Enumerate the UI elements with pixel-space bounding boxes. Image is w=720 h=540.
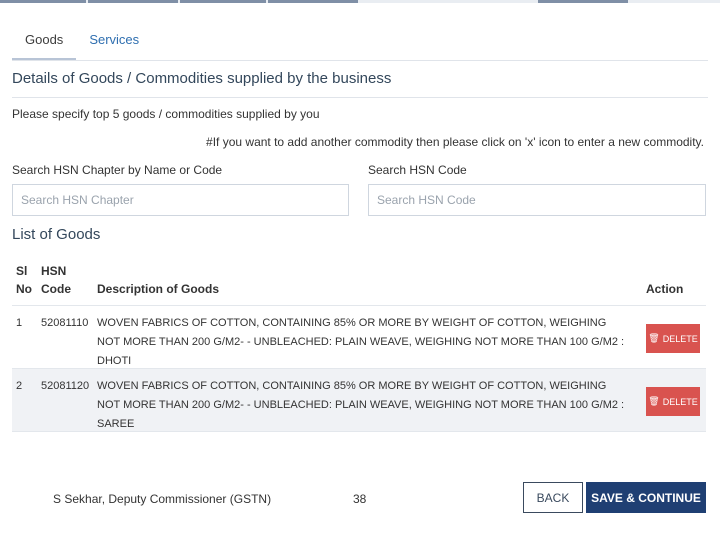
row-description: WOVEN FABRICS OF COTTON, CONTAINING 85% … — [97, 380, 625, 430]
section-title: Details of Goods / Commodities supplied … — [12, 70, 392, 87]
table-row: 1 52081110 WOVEN FABRICS OF COTTON, CONT… — [12, 306, 706, 369]
header-action: Action — [646, 282, 684, 296]
trash-icon: 🗑 — [648, 396, 660, 406]
top-progress-bar — [0, 0, 720, 3]
tab-goods[interactable]: Goods — [12, 28, 77, 60]
section-divider — [12, 97, 708, 98]
hsn-chapter-label: Search HSN Chapter by Name or Code — [12, 163, 223, 177]
hsn-chapter-search-input[interactable] — [12, 184, 349, 216]
header-sl-no: Sl No — [16, 264, 32, 296]
hsn-code-search-input[interactable] — [368, 184, 706, 216]
back-button[interactable]: BACK — [523, 482, 583, 513]
hsn-code-label: Search HSN Code — [368, 163, 467, 177]
tab-bar: Goods Services — [12, 28, 152, 60]
list-of-goods-title: List of Goods — [12, 226, 101, 243]
tab-services[interactable]: Services — [76, 28, 152, 60]
instruction-text: Please specify top 5 goods / commodities… — [12, 107, 320, 121]
header-hsn-code: HSN Code — [41, 264, 71, 296]
presenter-credit: S Sekhar, Deputy Commissioner (GSTN) — [53, 492, 272, 506]
table-row: 2 52081120 WOVEN FABRICS OF COTTON, CONT… — [12, 369, 706, 432]
trash-icon: 🗑 — [648, 333, 660, 343]
header-description: Description of Goods — [97, 282, 220, 296]
delete-label: DELETE — [662, 396, 698, 407]
delete-button[interactable]: 🗑 DELETE — [646, 387, 700, 416]
page-number: 38 — [353, 492, 367, 506]
add-commodity-note: #If you want to add another commodity th… — [206, 135, 704, 149]
goods-table: Sl No HSN Code Description of Goods Acti… — [12, 254, 706, 432]
row-sl-no: 1 — [16, 317, 23, 329]
tabs-divider — [12, 60, 708, 61]
row-description: WOVEN FABRICS OF COTTON, CONTAINING 85% … — [97, 317, 625, 367]
delete-label: DELETE — [662, 333, 698, 344]
row-hsn-code: 52081110 — [41, 317, 89, 329]
row-hsn-code: 52081120 — [41, 380, 90, 392]
save-continue-button[interactable]: SAVE & CONTINUE — [586, 482, 706, 513]
row-sl-no: 2 — [16, 380, 23, 392]
delete-button[interactable]: 🗑 DELETE — [646, 324, 700, 353]
table-header: Sl No HSN Code Description of Goods Acti… — [12, 254, 706, 306]
